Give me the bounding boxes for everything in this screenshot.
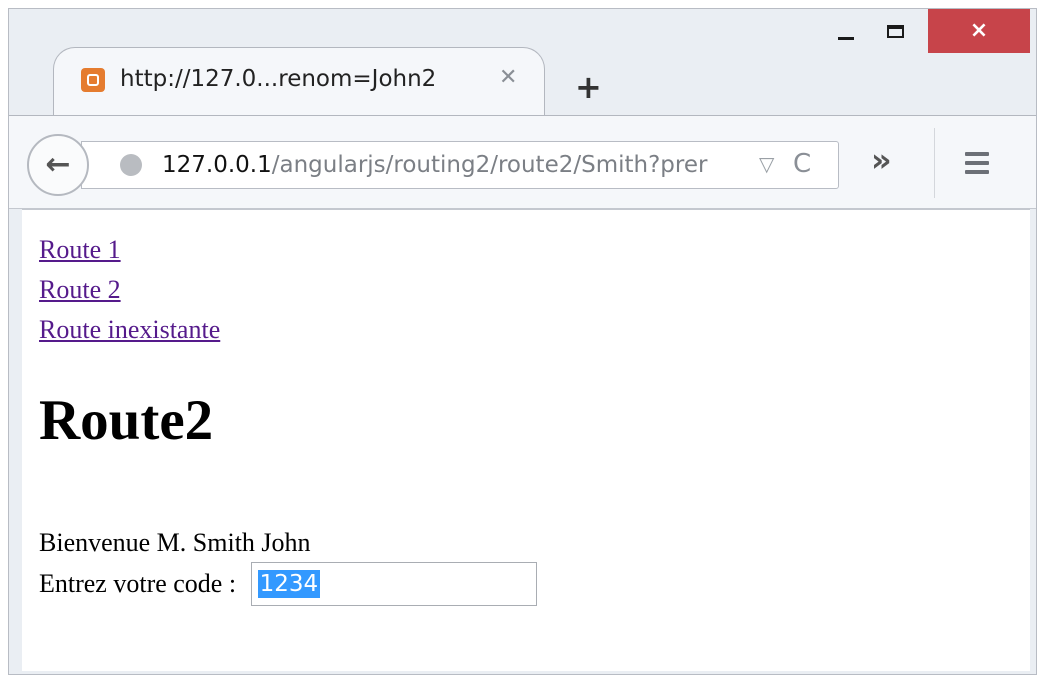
page-content: Route 1 Route 2 Route inexistante Route2… [22, 209, 1030, 671]
page-heading: Route2 [39, 389, 214, 452]
url-dropdown-icon[interactable]: ▽ [759, 152, 774, 176]
tab-close-button[interactable]: ✕ [499, 65, 517, 90]
code-input-value: 1234 [257, 570, 321, 598]
url-host: 127.0.0.1 [162, 152, 272, 178]
code-row: Entrez votre code : 1234 [39, 562, 537, 606]
globe-icon [120, 154, 142, 176]
favicon-icon [81, 68, 105, 92]
browser-tab[interactable]: http://127.0...renom=John2 ✕ [53, 47, 545, 117]
toolbar-divider [934, 128, 935, 198]
url-bar[interactable]: 127.0.0.1/angularjs/routing2/route2/Smit… [81, 141, 839, 189]
navigation-toolbar: 127.0.0.1/angularjs/routing2/route2/Smit… [9, 115, 1036, 209]
code-label: Entrez votre code : [39, 569, 237, 598]
link-route-2[interactable]: Route 2 [39, 270, 220, 310]
tab-title: http://127.0...renom=John2 [120, 66, 437, 92]
reload-icon[interactable]: C [793, 149, 811, 179]
route-links: Route 1 Route 2 Route inexistante [39, 230, 220, 350]
back-arrow-icon: ← [45, 147, 71, 182]
minimize-button[interactable] [823, 9, 869, 53]
link-route-inexistante[interactable]: Route inexistante [39, 310, 220, 350]
new-tab-button[interactable]: + [575, 71, 602, 103]
url-path: /angularjs/routing2/route2/Smith?prer [271, 152, 708, 178]
browser-window: × http://127.0...renom=John2 ✕ + 127.0.0… [8, 8, 1037, 675]
hamburger-menu-icon[interactable] [965, 152, 989, 179]
maximize-icon [886, 24, 904, 38]
url-text[interactable]: 127.0.0.1/angularjs/routing2/route2/Smit… [162, 152, 707, 178]
minimize-icon [838, 36, 854, 40]
maximize-button[interactable] [872, 9, 918, 53]
close-window-button[interactable]: × [928, 9, 1030, 53]
overflow-chevron-icon[interactable]: » [871, 144, 892, 176]
link-route-1[interactable]: Route 1 [39, 230, 220, 270]
welcome-text: Bienvenue M. Smith John [39, 528, 311, 557]
back-button[interactable]: ← [27, 134, 89, 196]
code-input[interactable]: 1234 [250, 562, 537, 606]
close-icon: × [969, 18, 989, 43]
